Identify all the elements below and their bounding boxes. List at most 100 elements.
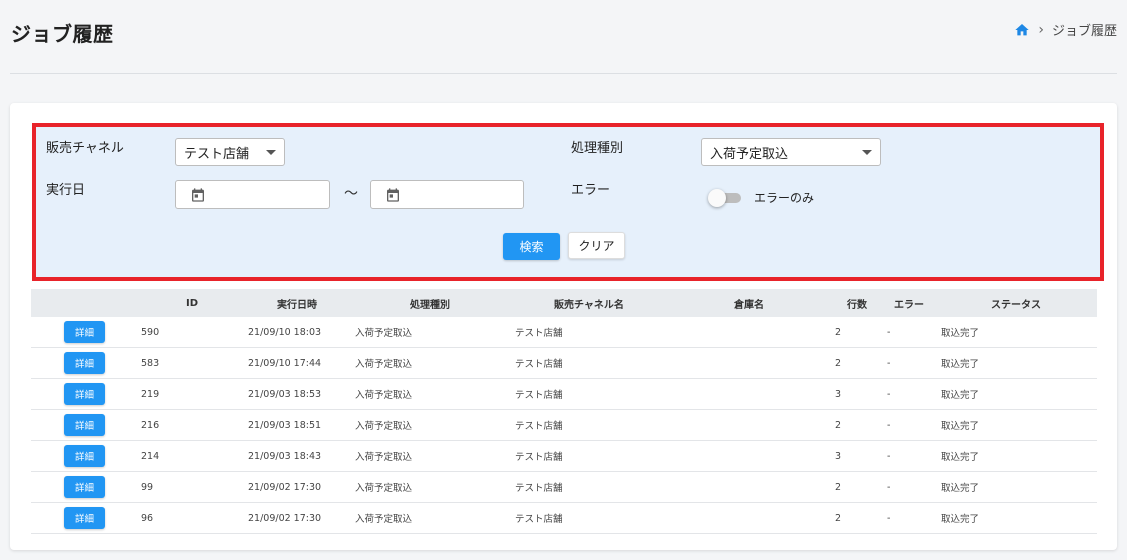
- breadcrumb-current: ジョブ履歴: [1051, 24, 1117, 39]
- cell-id: 99: [141, 481, 154, 493]
- date-label: 実行日: [46, 183, 86, 198]
- caret-down-icon: [266, 149, 276, 155]
- cell-error: -: [887, 419, 891, 431]
- detail-button[interactable]: 詳細: [64, 414, 105, 436]
- cell-datetime: 21/09/03 18:51: [248, 419, 322, 431]
- table-row: 詳細 96 21/09/02 17:30 入荷予定取込 テスト店舗 2 - 取込完了: [31, 503, 1097, 534]
- cell-datetime: 21/09/03 18:43: [248, 450, 322, 462]
- detail-button[interactable]: 詳細: [64, 352, 105, 374]
- cell-error: -: [887, 481, 891, 493]
- col-header-datetime: 実行日時: [277, 299, 317, 311]
- job-history-table: ID 実行日時 処理種別 販売チャネル名 倉庫名 行数 エラー ステータス 詳細…: [31, 289, 1097, 534]
- cell-status: 取込完了: [941, 452, 980, 463]
- col-header-channel: 販売チャネル名: [554, 299, 624, 311]
- cell-id: 590: [141, 326, 160, 338]
- channel-select[interactable]: テスト店舗: [175, 138, 285, 166]
- cell-channel: テスト店舗: [515, 390, 563, 401]
- caret-down-icon: [862, 149, 872, 155]
- table-row: 詳細 583 21/09/10 17:44 入荷予定取込 テスト店舗 2 - 取込完了: [31, 348, 1097, 379]
- cell-process: 入荷予定取込: [355, 421, 413, 432]
- cell-status: 取込完了: [941, 359, 980, 370]
- cell-datetime: 21/09/02 17:30: [248, 481, 322, 493]
- cell-id: 96: [141, 512, 154, 524]
- col-header-id: ID: [186, 297, 199, 309]
- process-label: 処理種別: [571, 141, 624, 156]
- home-icon[interactable]: [1014, 22, 1030, 38]
- cell-error: -: [887, 357, 891, 369]
- cell-datetime: 21/09/10 18:03: [248, 326, 322, 338]
- calendar-icon[interactable]: [190, 187, 206, 203]
- cell-lines: 2: [835, 419, 842, 431]
- error-label: エラー: [571, 183, 611, 198]
- detail-button[interactable]: 詳細: [64, 383, 105, 405]
- table-row: 詳細 99 21/09/02 17:30 入荷予定取込 テスト店舗 2 - 取込完了: [31, 472, 1097, 503]
- cell-id: 216: [141, 419, 160, 431]
- date-from-input[interactable]: [175, 180, 330, 209]
- cell-error: -: [887, 326, 891, 338]
- cell-process: 入荷予定取込: [355, 483, 413, 494]
- detail-button[interactable]: 詳細: [64, 321, 105, 343]
- chevron-right-icon: ›: [1038, 21, 1044, 38]
- calendar-icon[interactable]: [385, 187, 401, 203]
- process-select-value: 入荷予定取込: [710, 146, 789, 162]
- col-header-process: 処理種別: [410, 299, 450, 311]
- cell-status: 取込完了: [941, 514, 980, 525]
- cell-process: 入荷予定取込: [355, 328, 413, 339]
- cell-process: 入荷予定取込: [355, 452, 413, 463]
- date-to-input[interactable]: [370, 180, 524, 209]
- cell-channel: テスト店舗: [515, 452, 563, 463]
- cell-channel: テスト店舗: [515, 514, 563, 525]
- header-divider: [10, 73, 1117, 74]
- table-row: 詳細 216 21/09/03 18:51 入荷予定取込 テスト店舗 2 - 取込完了: [31, 410, 1097, 441]
- cell-lines: 2: [835, 357, 842, 369]
- cell-status: 取込完了: [941, 483, 980, 494]
- cell-channel: テスト店舗: [515, 483, 563, 494]
- channel-label: 販売チャネル: [46, 141, 124, 156]
- cell-error: -: [887, 388, 891, 400]
- cell-lines: 2: [835, 481, 842, 493]
- process-select[interactable]: 入荷予定取込: [701, 138, 881, 166]
- cell-process: 入荷予定取込: [355, 359, 413, 370]
- cell-channel: テスト店舗: [515, 328, 563, 339]
- cell-lines: 2: [835, 512, 842, 524]
- table-row: 詳細 214 21/09/03 18:43 入荷予定取込 テスト店舗 3 - 取込完了: [31, 441, 1097, 472]
- cell-id: 214: [141, 450, 160, 462]
- detail-button[interactable]: 詳細: [64, 445, 105, 467]
- cell-datetime: 21/09/03 18:53: [248, 388, 322, 400]
- error-only-label: エラーのみ: [754, 191, 815, 205]
- cell-status: 取込完了: [941, 390, 980, 401]
- cell-lines: 3: [835, 450, 842, 462]
- page-title: ジョブ履歴: [11, 22, 114, 46]
- cell-channel: テスト店舗: [515, 421, 563, 432]
- table-body: 詳細 590 21/09/10 18:03 入荷予定取込 テスト店舗 2- 取込完了 詳細 58…: [31, 317, 1097, 534]
- search-panel: 販売チャネル テスト店舗 処理種別 入荷予定取込 実行日 〜 エラー エラーのみ…: [32, 123, 1104, 281]
- cell-datetime: 21/09/10 17:44: [248, 357, 322, 369]
- cell-datetime: 21/09/02 17:30: [248, 512, 322, 524]
- date-separator: 〜: [344, 186, 358, 202]
- cell-lines: 3: [835, 388, 842, 400]
- cell-error: -: [887, 512, 891, 524]
- table-row: 詳細 590 21/09/10 18:03 入荷予定取込 テスト店舗 2 - 取込完了: [31, 317, 1097, 348]
- cell-id: 219: [141, 388, 160, 400]
- error-only-toggle[interactable]: [708, 189, 742, 207]
- detail-button[interactable]: 詳細: [64, 476, 105, 498]
- table-row: 詳細 219 21/09/03 18:53 入荷予定取込 テスト店舗 3 - 取込完了: [31, 379, 1097, 410]
- search-button[interactable]: 検索: [503, 233, 560, 260]
- table-header: ID 実行日時 処理種別 販売チャネル名 倉庫名 行数 エラー ステータス: [31, 289, 1097, 317]
- cell-error: -: [887, 450, 891, 462]
- cell-lines: 2: [835, 326, 842, 338]
- cell-process: 入荷予定取込: [355, 390, 413, 401]
- cell-id: 583: [141, 357, 160, 369]
- col-header-error: エラー: [894, 299, 924, 311]
- cell-channel: テスト店舗: [515, 359, 563, 370]
- clear-button[interactable]: クリア: [568, 232, 625, 259]
- cell-process: 入荷予定取込: [355, 514, 413, 525]
- cell-status: 取込完了: [941, 421, 980, 432]
- cell-status: 取込完了: [941, 328, 980, 339]
- channel-select-value: テスト店舗: [184, 146, 250, 162]
- breadcrumb: › ジョブ履歴: [1014, 20, 1117, 39]
- toggle-thumb[interactable]: [708, 189, 726, 207]
- detail-button[interactable]: 詳細: [64, 507, 105, 529]
- col-header-status: ステータス: [991, 299, 1041, 311]
- col-header-lines: 行数: [847, 299, 867, 311]
